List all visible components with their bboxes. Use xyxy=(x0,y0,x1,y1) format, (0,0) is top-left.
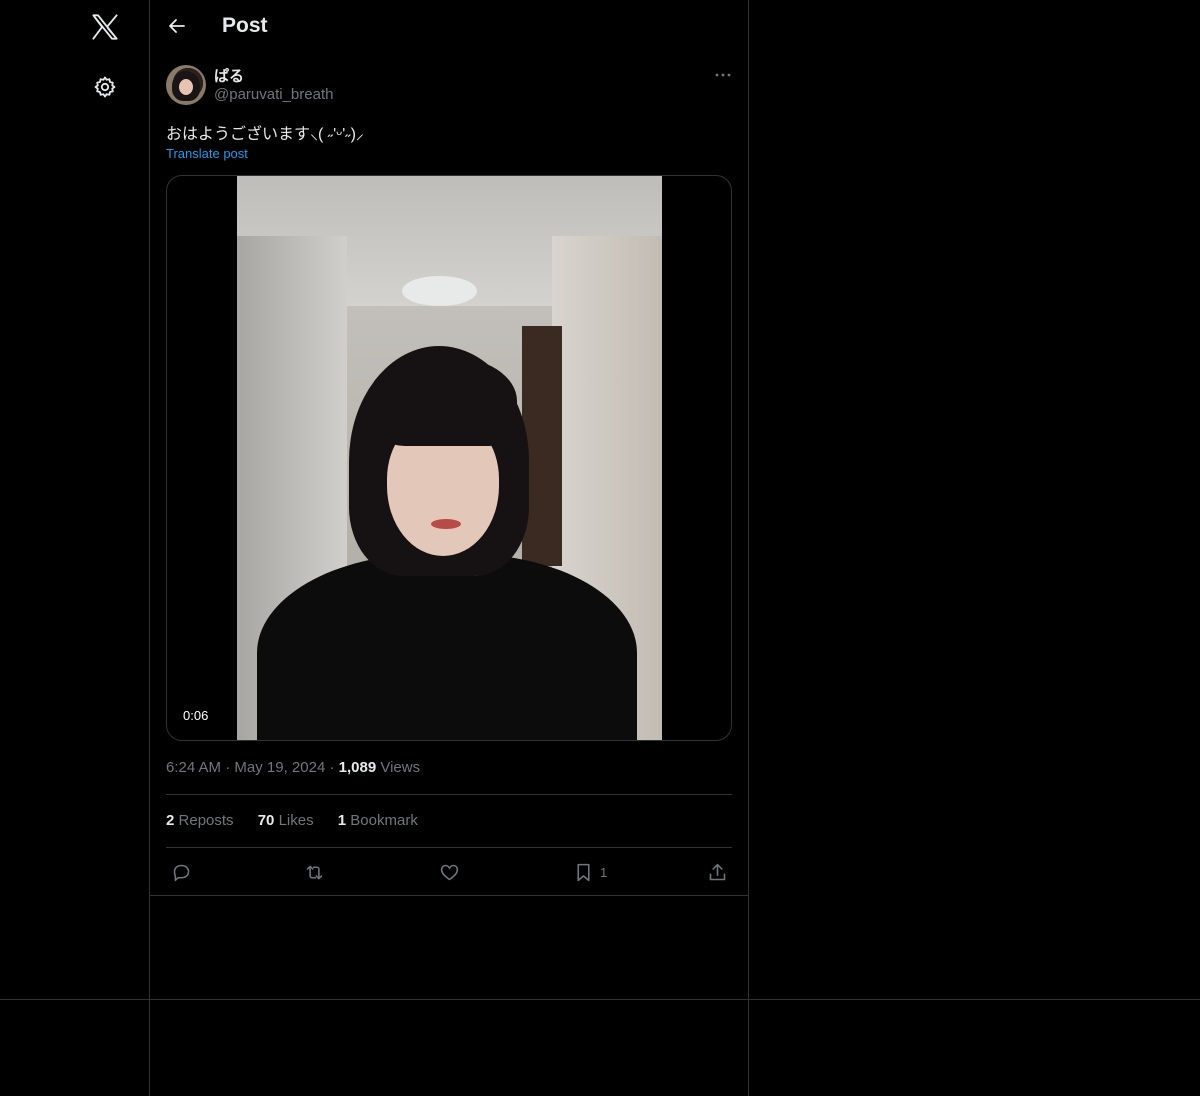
repost-icon xyxy=(306,865,323,879)
post-meta: 6:24 AM · May 19, 2024 · 1,089 Views xyxy=(166,759,421,776)
divider xyxy=(166,847,732,848)
translate-post-link[interactable]: Translate post xyxy=(166,146,248,161)
bookmarks-stat[interactable]: 1 Bookmark xyxy=(338,812,418,829)
divider xyxy=(150,895,748,896)
bookmark-action-count: 1 xyxy=(600,864,608,880)
x-logo-icon[interactable] xyxy=(88,10,122,44)
post-date[interactable]: May 19, 2024 xyxy=(234,759,325,776)
share-icon xyxy=(709,863,726,880)
author-display-name[interactable]: ぱる xyxy=(214,65,244,86)
reposts-stat[interactable]: 2 Reposts xyxy=(166,812,234,829)
post-time[interactable]: 6:24 AM xyxy=(166,759,221,776)
reply-button[interactable] xyxy=(171,860,192,884)
views-label: Views xyxy=(380,759,421,776)
reply-icon xyxy=(173,864,190,881)
bookmark-icon xyxy=(577,863,590,881)
back-arrow-icon[interactable] xyxy=(164,13,190,39)
gear-icon[interactable] xyxy=(91,73,119,101)
post-text: おはようございます⸜( ˶'ᵕ'˶)⸝ xyxy=(166,126,364,143)
likes-stat[interactable]: 70 Likes xyxy=(258,812,314,829)
views-count: 1,089 xyxy=(338,759,377,776)
divider xyxy=(166,794,732,795)
share-button[interactable] xyxy=(707,860,728,884)
like-button[interactable] xyxy=(439,860,460,884)
page-title: Post xyxy=(222,14,268,37)
video-frame[interactable] xyxy=(237,176,662,740)
video-duration: 0:06 xyxy=(177,706,215,725)
engagement-stats: 2 Reposts 70 Likes 1 Bookmark xyxy=(166,812,438,829)
bottom-divider xyxy=(0,999,1200,1000)
author-handle[interactable]: @paruvati_breath xyxy=(214,86,333,103)
bookmark-button[interactable]: 1 xyxy=(573,860,607,884)
post-header: Post xyxy=(150,0,748,53)
right-column-divider xyxy=(748,0,749,1096)
repost-button[interactable] xyxy=(304,860,325,884)
left-column-divider xyxy=(149,0,150,1096)
avatar[interactable] xyxy=(166,65,206,105)
heart-icon xyxy=(440,864,459,880)
more-options-icon[interactable] xyxy=(712,68,734,82)
video-player[interactable]: 0:06 xyxy=(166,175,732,741)
